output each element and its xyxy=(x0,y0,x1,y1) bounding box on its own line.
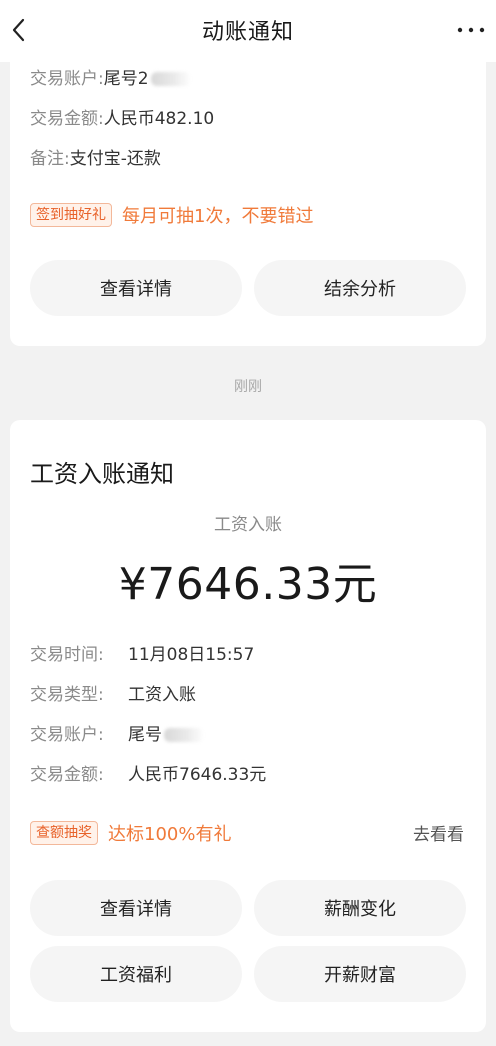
nav-bar: 动账通知 xyxy=(0,0,496,62)
account-row: 交易账户:尾号2 xyxy=(30,64,191,89)
promo-badge: 查额抽奖 xyxy=(30,821,98,845)
view-details-button[interactable]: 查看详情 xyxy=(30,880,242,936)
salary-benefits-button[interactable]: 工资福利 xyxy=(30,946,242,1002)
transaction-time-row: 交易时间: 11月08日15:57 xyxy=(30,645,255,665)
transaction-type-row: 交易类型: 工资入账 xyxy=(30,685,196,705)
balance-analysis-button[interactable]: 结余分析 xyxy=(254,260,466,316)
transaction-amount-row: 交易金额: 人民币7646.33元 xyxy=(30,765,267,785)
page-title: 动账通知 xyxy=(201,20,294,45)
masked-account-digits xyxy=(150,72,191,86)
promo-text: 每月可抽1次，不要错过 xyxy=(122,206,314,227)
promo-banner[interactable]: 查额抽奖 达标100%有礼 xyxy=(30,820,231,846)
view-details-button[interactable]: 查看详情 xyxy=(30,260,242,316)
more-dots-icon[interactable] xyxy=(456,22,486,36)
amount-row: 交易金额:人民币482.10 xyxy=(30,109,215,129)
salary-wealth-button[interactable]: 开薪财富 xyxy=(254,946,466,1002)
salary-card: 工资入账通知 工资入账 ¥7646.33元 交易时间: 11月08日15:57 交… xyxy=(10,420,486,1032)
salary-amount: ¥7646.33元 xyxy=(118,559,378,610)
transaction-account-row: 交易账户: 尾号 xyxy=(30,720,204,745)
salary-change-button[interactable]: 薪酬变化 xyxy=(254,880,466,936)
masked-account-digits xyxy=(164,728,204,742)
promo-badge: 签到抽好礼 xyxy=(30,203,112,227)
go-see-link[interactable]: 去看看 xyxy=(413,820,464,845)
message-time-label: 刚刚 xyxy=(234,379,262,395)
promo-text: 达标100%有礼 xyxy=(108,824,232,845)
salary-subtitle: 工资入账 xyxy=(214,515,282,535)
salary-card-title: 工资入账通知 xyxy=(30,460,174,488)
transaction-card-1: 交易账户:尾号2 交易金额:人民币482.10 备注:支付宝-还款 签到抽好礼 … xyxy=(10,30,486,346)
note-row: 备注:支付宝-还款 xyxy=(30,149,161,169)
promo-banner[interactable]: 签到抽好礼 每月可抽1次，不要错过 xyxy=(30,202,313,228)
